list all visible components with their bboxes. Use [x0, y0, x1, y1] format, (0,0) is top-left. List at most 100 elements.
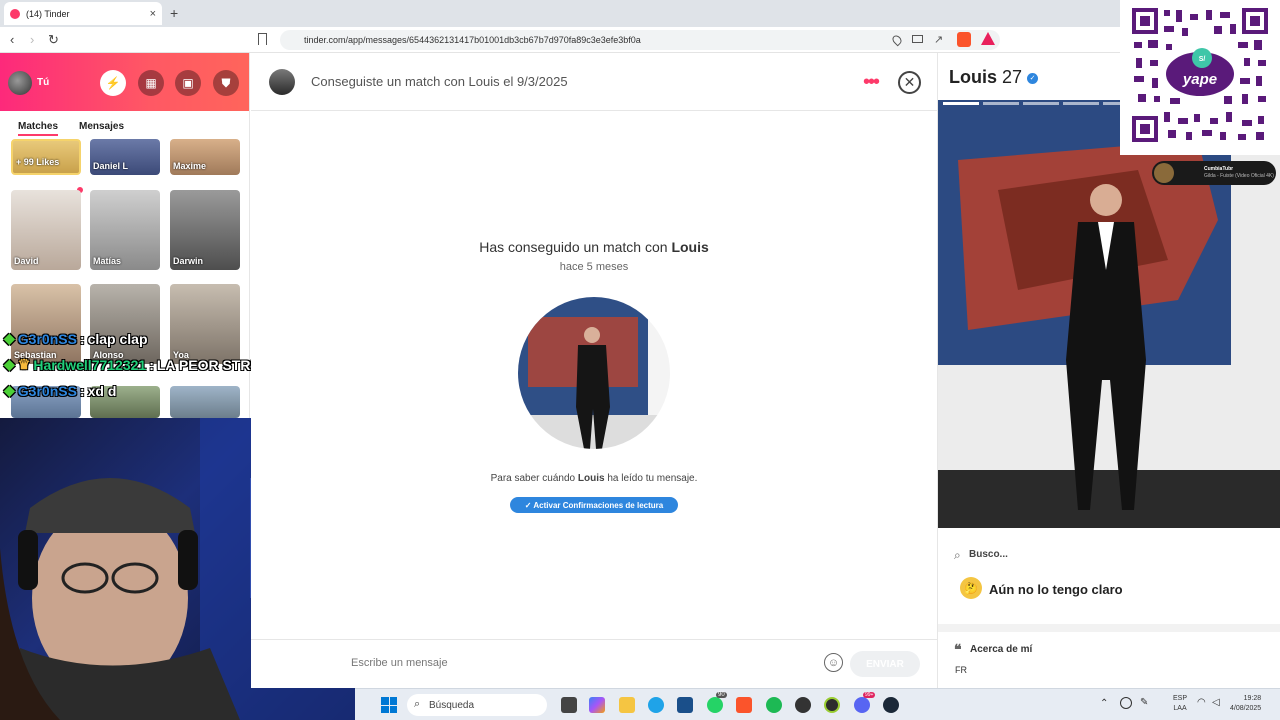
match-card[interactable]: Yoa — [170, 284, 240, 364]
read-name: Louis — [577, 473, 605, 484]
user-label[interactable]: Tú — [37, 77, 49, 88]
search-icon: ⌕ — [954, 548, 961, 562]
brave-icon[interactable] — [736, 697, 752, 713]
match-photo[interactable] — [518, 297, 670, 449]
whatsapp-badge: 90 — [716, 692, 727, 698]
match-card[interactable]: Daniel L — [90, 139, 160, 175]
now-playing-widget: CumbiaTubr Gilda - Fuiste (Video Oficial… — [1152, 161, 1276, 185]
reload-icon[interactable]: ↻ — [48, 32, 59, 48]
quote-icon: ❝ — [954, 641, 962, 657]
discord-badge: 99+ — [863, 692, 876, 698]
xbox-icon[interactable] — [824, 697, 840, 713]
crown-badge-icon: ♛ — [17, 356, 31, 372]
store-icon[interactable] — [677, 697, 693, 713]
match-avatar[interactable] — [269, 69, 295, 95]
match-card[interactable]: David — [11, 190, 81, 270]
likes-label: + 99 Likes — [16, 157, 60, 167]
copilot-icon[interactable] — [589, 697, 605, 713]
section-divider — [938, 624, 1280, 632]
match-card[interactable]: Matías — [90, 190, 160, 270]
steam-icon[interactable] — [883, 697, 899, 713]
browser-tab[interactable]: (14) Tinder × — [4, 2, 162, 25]
busco-value: Aún no lo tengo claro — [989, 582, 1123, 597]
match-card[interactable]: Darwin — [170, 190, 240, 270]
chat-separator: : — [149, 356, 154, 373]
close-chat-button[interactable]: ✕ — [898, 71, 921, 94]
safety-shield-icon[interactable]: ⛊ — [213, 70, 239, 96]
tab-title: (14) Tinder — [26, 8, 70, 19]
discord-icon[interactable] — [854, 697, 870, 713]
windows-start-icon[interactable] — [381, 697, 397, 713]
more-options-icon[interactable]: ••• — [863, 71, 880, 94]
share-icon[interactable]: ↗ — [934, 33, 943, 46]
match-name: Matías — [93, 256, 122, 266]
diamond-badge-icon: ◆ — [4, 330, 15, 346]
clock[interactable]: 19:28 4/08/2025 — [1230, 694, 1261, 714]
obs-icon[interactable] — [795, 697, 811, 713]
chat-separator: : — [79, 330, 85, 347]
send-button[interactable]: ENVIAR — [850, 651, 920, 677]
match-card[interactable] — [170, 386, 240, 418]
search-icon: ⌕ — [414, 698, 421, 710]
briefcase-icon[interactable]: ▣ — [175, 70, 201, 96]
explore-icon[interactable]: ▦ — [138, 70, 164, 96]
forward-icon[interactable]: › — [30, 32, 34, 47]
user-avatar[interactable] — [8, 71, 32, 95]
spotify-icon[interactable] — [766, 697, 782, 713]
whatsapp-icon[interactable] — [707, 697, 723, 713]
about-label: Acerca de mí — [970, 644, 1033, 655]
match-prefix: Has conseguido un match con — [479, 239, 672, 255]
emoji-icon[interactable]: ☺ — [824, 653, 843, 672]
keyboard-language[interactable]: ESP LAA — [1173, 694, 1187, 714]
likes-card[interactable]: + 99 Likes — [11, 139, 81, 175]
volume-icon[interactable]: ◁ — [1212, 697, 1220, 708]
chat-username: G3r0nSS — [17, 330, 77, 347]
cast-icon[interactable] — [912, 35, 923, 43]
edge-icon[interactable] — [648, 697, 664, 713]
taskbar-search[interactable]: ⌕ Búsqueda — [407, 694, 547, 716]
back-icon[interactable]: ‹ — [10, 32, 14, 47]
tray-sync-icon[interactable] — [1120, 697, 1132, 709]
now-playing-song: Gilda - Fuiste (Video Oficial 4K) — [1204, 173, 1274, 179]
windows-taskbar: ⌕ Búsqueda 90 99+ ⌃ ✎ ESP LAA ◠ ◁ 19:28 … — [355, 688, 1280, 720]
wifi-icon[interactable]: ◠ — [1197, 697, 1206, 708]
bookmark-icon[interactable] — [258, 33, 267, 45]
search-placeholder: Búsqueda — [429, 699, 475, 711]
match-card[interactable]: Maxime — [170, 139, 240, 175]
chat-separator: : — [79, 382, 85, 399]
boost-icon[interactable]: ⚡ — [100, 70, 126, 96]
stream-chat-line: ◆ G3r0nSS : xd d — [4, 382, 116, 399]
file-explorer-icon[interactable] — [619, 697, 635, 713]
read-prefix: Para saber cuándo — [490, 473, 578, 484]
tray-chevron-icon[interactable]: ⌃ — [1100, 698, 1108, 709]
verified-icon: ✓ — [1027, 72, 1039, 84]
chat-header: Conseguiste un match con Louis el 9/3/20… — [251, 53, 937, 111]
new-tab-icon[interactable]: + — [170, 5, 178, 21]
read-suffix: ha leído tu mensaje. — [604, 473, 698, 484]
now-playing-channel: CumbiaTubr — [1204, 166, 1234, 172]
brave-rewards-icon[interactable] — [981, 32, 995, 45]
sidebar-tabs: Matches Mensajes — [0, 111, 249, 137]
now-playing-thumbnail — [1154, 163, 1174, 183]
task-view-icon[interactable] — [561, 697, 577, 713]
tab-matches[interactable]: Matches — [18, 121, 59, 136]
message-input[interactable]: Escribe un mensaje — [351, 657, 448, 669]
browser-toolbar: ‹ › ↻ tinder.com/app/messages/6544362131… — [0, 27, 1120, 53]
tray-pen-icon[interactable]: ✎ — [1140, 697, 1148, 708]
diamond-badge-icon: ◆ — [4, 356, 15, 372]
profile-first-name: Louis — [949, 67, 997, 87]
match-name: Maxime — [173, 161, 207, 171]
about-value: FR — [955, 665, 967, 675]
match-card[interactable]: Sebastian — [11, 284, 81, 364]
match-name: Louis — [671, 239, 709, 255]
brave-shield-icon[interactable] — [957, 32, 971, 47]
match-time: hace 5 meses — [559, 261, 629, 273]
chat-username: G3r0nSS — [17, 382, 77, 399]
qr-code-image: S/ yape — [1130, 6, 1270, 146]
tab-mensajes[interactable]: Mensajes — [79, 121, 124, 132]
browser-tab-bar: (14) Tinder × + — [0, 0, 1120, 27]
match-card[interactable]: Alonso — [90, 284, 160, 364]
diamond-badge-icon: ◆ — [4, 382, 15, 398]
tab-close-icon[interactable]: × — [150, 8, 156, 20]
activate-read-receipts-button[interactable]: ✓ Activar Confirmaciones de lectura — [510, 497, 678, 513]
